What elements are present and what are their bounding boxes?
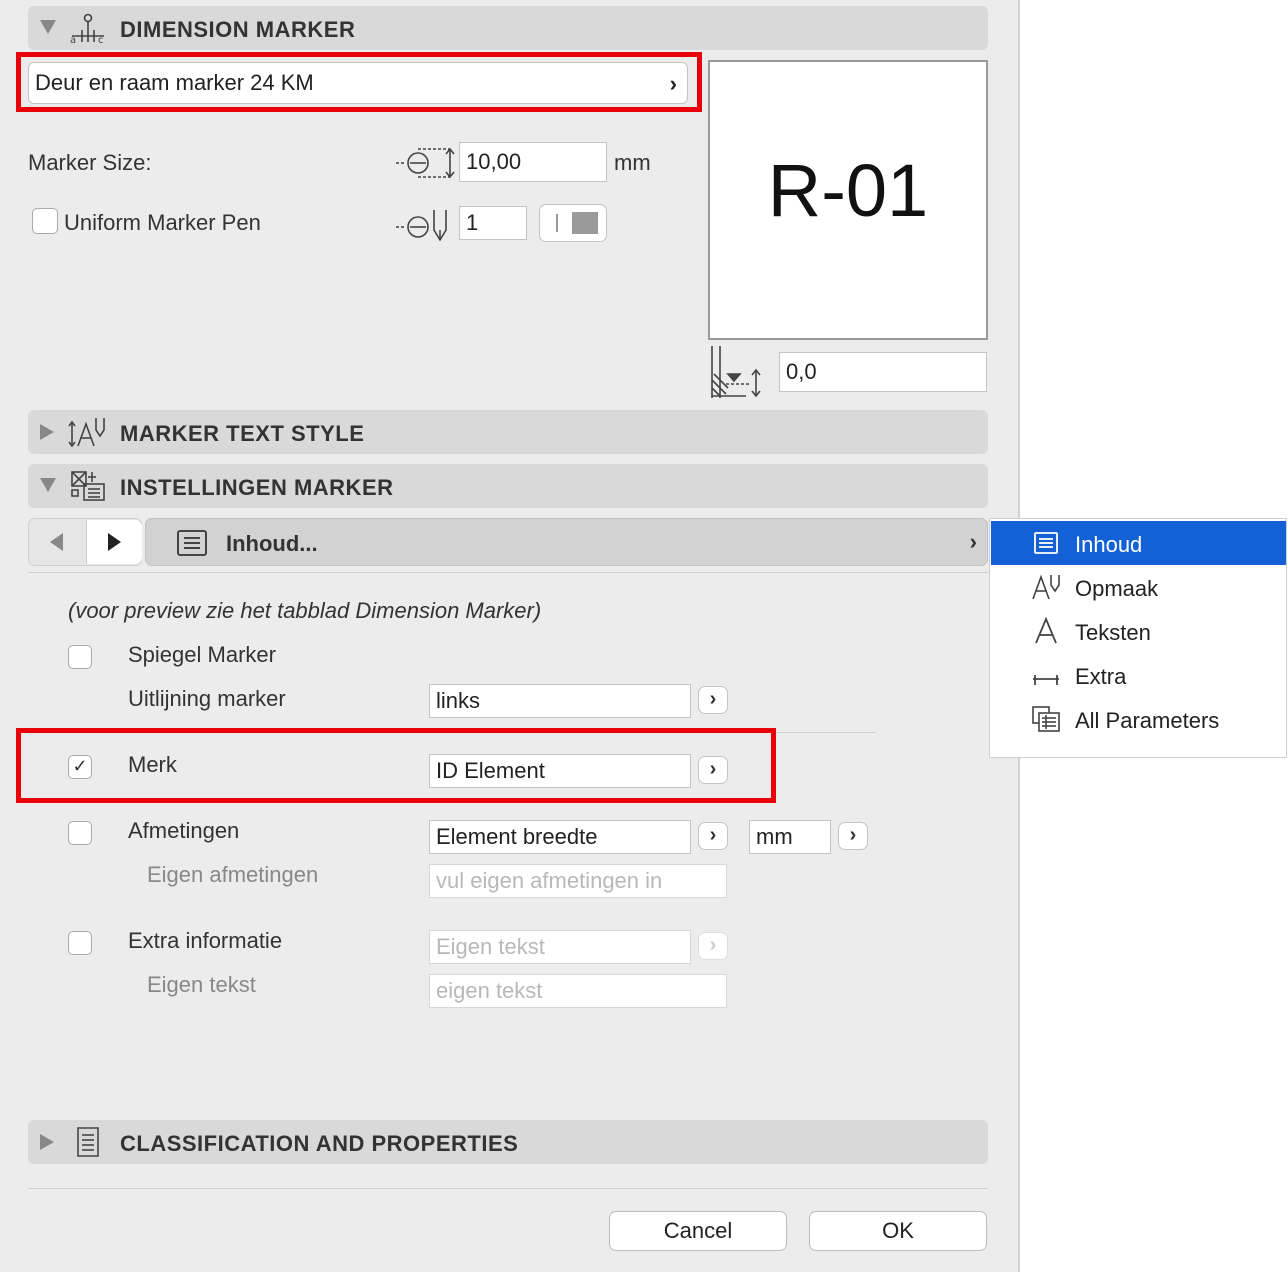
menu-item-extra[interactable]: Extra [991, 653, 1286, 697]
dimension-marker-icon: a c [70, 13, 104, 44]
cancel-button[interactable]: Cancel [609, 1211, 787, 1251]
previous-page-button[interactable] [30, 520, 84, 564]
divider [28, 572, 988, 573]
menu-item-label: All Parameters [1075, 708, 1220, 733]
marker-size-label: Marker Size: [28, 150, 152, 175]
text-style-icon [1032, 574, 1060, 600]
offset-icon [711, 346, 761, 398]
uniform-pen-checkbox[interactable] [32, 208, 58, 234]
afmetingen-checkbox[interactable] [68, 821, 92, 845]
expand-triangle-icon[interactable] [40, 424, 54, 440]
merk-field[interactable]: ID Element [429, 754, 691, 788]
afmetingen-field[interactable]: Element breedte [429, 820, 691, 854]
preview-text: R-01 [767, 149, 929, 232]
menu-item-label: Opmaak [1075, 576, 1159, 601]
divider [28, 1188, 988, 1189]
section-title: MARKER TEXT STYLE [120, 421, 365, 446]
merk-label: Merk [128, 752, 177, 777]
section-header-instellingen-marker[interactable]: INSTELLINGEN MARKER [28, 464, 988, 508]
afmetingen-unit-arrow-button[interactable]: › [838, 822, 868, 850]
marker-preview: R-01 [708, 60, 988, 340]
menu-item-label: Inhoud [1075, 532, 1143, 557]
section-header-dimension-marker[interactable]: a c DIMENSION MARKER [28, 6, 988, 50]
triangle-left-icon [50, 533, 63, 551]
pen-number-input[interactable]: 1 [459, 206, 527, 240]
uitlijning-label: Uitlijning marker [128, 686, 286, 711]
letter-a-icon [1035, 617, 1057, 644]
extra-informatie-field[interactable]: Eigen tekst [429, 930, 691, 964]
page-selector[interactable]: Inhoud... › [145, 518, 988, 566]
offset-input[interactable]: 0,0 [779, 352, 987, 392]
spiegel-marker-label: Spiegel Marker [128, 642, 276, 667]
eigen-tekst-label: Eigen tekst [147, 972, 256, 997]
marker-size-unit: mm [614, 150, 651, 175]
section-title: DIMENSION MARKER [120, 17, 356, 42]
menu-item-inhoud[interactable]: Inhoud [991, 521, 1286, 565]
section-header-marker-text-style[interactable]: MARKER TEXT STYLE [28, 410, 988, 454]
merk-arrow-button[interactable]: › [698, 756, 728, 784]
menu-item-label: Extra [1075, 664, 1127, 689]
menu-item-teksten[interactable]: Teksten [991, 609, 1286, 653]
pen-color-button[interactable] [539, 204, 607, 242]
extra-informatie-arrow-button[interactable]: › [698, 932, 728, 960]
marker-pen-icon [396, 210, 447, 242]
preview-note: (voor preview zie het tabblad Dimension … [68, 598, 542, 623]
spiegel-marker-checkbox[interactable] [68, 645, 92, 669]
pen-color-swatch [572, 212, 598, 234]
extra-informatie-label: Extra informatie [128, 928, 283, 953]
list-icon [1034, 532, 1058, 554]
menu-item-label: Teksten [1075, 620, 1151, 645]
section-title: INSTELLINGEN MARKER [120, 475, 394, 500]
eigen-tekst-input[interactable]: eigen tekst [429, 974, 727, 1008]
expand-triangle-icon[interactable] [40, 1134, 54, 1150]
afmetingen-unit-field[interactable]: mm [749, 820, 831, 854]
page-selector-label: Inhoud... [226, 531, 318, 556]
uitlijning-arrow-button[interactable]: › [698, 686, 728, 714]
marker-size-icon [396, 147, 455, 179]
page-dropdown-menu: Inhoud Opmaak Teksten Extra All Paramete… [989, 518, 1287, 758]
uitlijning-field[interactable]: links [429, 684, 691, 718]
triangle-right-icon [108, 533, 121, 551]
marker-size-input[interactable]: 10,00 [459, 142, 607, 182]
ok-button[interactable]: OK [809, 1211, 987, 1251]
collapse-triangle-icon[interactable] [40, 478, 56, 492]
collapse-triangle-icon[interactable] [40, 20, 56, 34]
eigen-afmetingen-input[interactable]: vul eigen afmetingen in [429, 864, 727, 898]
parameters-table-icon [1032, 706, 1060, 732]
afmetingen-label: Afmetingen [128, 818, 240, 843]
marker-settings-icon [71, 471, 105, 501]
dimension-line-icon [1033, 675, 1059, 685]
menu-item-all-parameters[interactable]: All Parameters [991, 697, 1286, 741]
merk-checkbox[interactable]: ✓ [68, 755, 92, 779]
uniform-pen-label: Uniform Marker Pen [64, 210, 261, 235]
divider [28, 732, 876, 733]
extra-informatie-checkbox[interactable] [68, 931, 92, 955]
marker-type-selector[interactable]: Deur en raam marker 24 KM › [28, 62, 688, 104]
list-icon [177, 530, 207, 556]
next-page-button[interactable] [86, 520, 142, 564]
text-style-icon [68, 418, 105, 448]
chevron-right-icon: › [669, 71, 677, 96]
eigen-afmetingen-label: Eigen afmetingen [147, 862, 319, 887]
svg-text:a: a [70, 35, 76, 44]
menu-item-opmaak[interactable]: Opmaak [991, 565, 1286, 609]
chevron-right-icon: › [969, 529, 977, 554]
marker-type-value: Deur en raam marker 24 KM [35, 70, 314, 95]
classification-icon [77, 1127, 99, 1157]
svg-text:c: c [98, 35, 104, 44]
section-header-classification[interactable]: CLASSIFICATION AND PROPERTIES [28, 1120, 988, 1164]
section-title: CLASSIFICATION AND PROPERTIES [120, 1131, 519, 1156]
afmetingen-arrow-button[interactable]: › [698, 822, 728, 850]
